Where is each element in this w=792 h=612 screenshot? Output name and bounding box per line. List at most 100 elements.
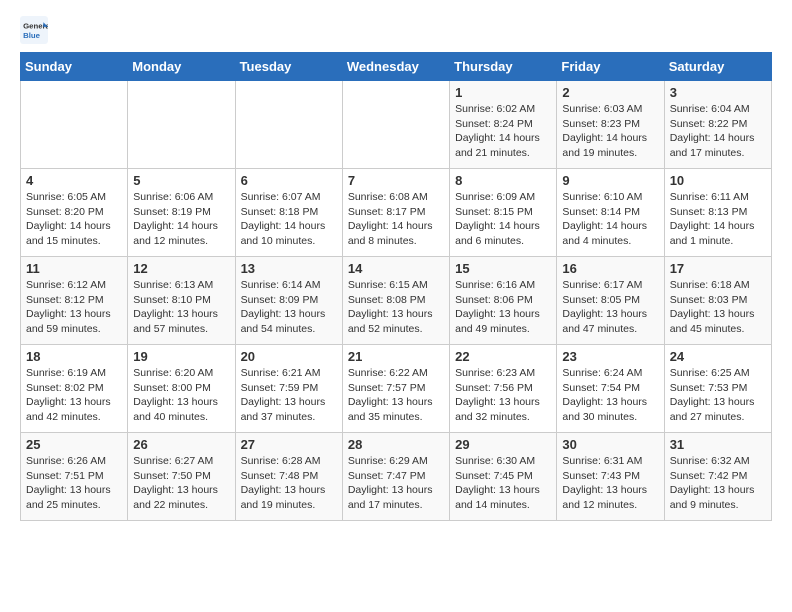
calendar-cell [128,81,235,169]
cell-info: Sunrise: 6:19 AM Sunset: 8:02 PM Dayligh… [26,366,122,425]
calendar-cell: 6 Sunrise: 6:07 AM Sunset: 8:18 PM Daylig… [235,169,342,257]
cell-info: Sunrise: 6:07 AM Sunset: 8:18 PM Dayligh… [241,190,337,249]
weekday-header-tuesday: Tuesday [235,53,342,81]
calendar-cell: 22 Sunrise: 6:23 AM Sunset: 7:56 PM Dayli… [450,345,557,433]
calendar-cell: 15Sunrise: 6:16 AM Sunset: 8:06 PM Dayli… [450,257,557,345]
cell-info: Sunrise: 6:04 AM Sunset: 8:22 PM Dayligh… [670,102,766,161]
cell-info: Sunrise: 6:30 AM Sunset: 7:45 PM Dayligh… [455,454,551,513]
calendar-cell: 27 Sunrise: 6:28 AM Sunset: 7:48 PM Dayli… [235,433,342,521]
cell-info: Sunrise: 6:27 AM Sunset: 7:50 PM Dayligh… [133,454,229,513]
cell-info: Sunrise: 6:13 AM Sunset: 8:10 PM Dayligh… [133,278,229,337]
calendar-cell: 21Sunrise: 6:22 AM Sunset: 7:57 PM Dayli… [342,345,449,433]
calendar-cell: 4 Sunrise: 6:05 AM Sunset: 8:20 PM Daylig… [21,169,128,257]
cell-info: Sunrise: 6:25 AM Sunset: 7:53 PM Dayligh… [670,366,766,425]
day-number: 18 [26,349,122,364]
calendar-cell: 28 Sunrise: 6:29 AM Sunset: 7:47 PM Dayli… [342,433,449,521]
day-number: 30 [562,437,658,452]
day-number: 17 [670,261,766,276]
day-number: 14 [348,261,444,276]
svg-text:Blue: Blue [23,31,41,40]
calendar-cell: 26 Sunrise: 6:27 AM Sunset: 7:50 PM Dayli… [128,433,235,521]
calendar-week-row: 1Sunrise: 6:02 AM Sunset: 8:24 PM Daylig… [21,81,772,169]
weekday-header-friday: Friday [557,53,664,81]
day-number: 27 [241,437,337,452]
calendar-week-row: 18 Sunrise: 6:19 AM Sunset: 8:02 PM Dayli… [21,345,772,433]
calendar-cell: 16Sunrise: 6:17 AM Sunset: 8:05 PM Dayli… [557,257,664,345]
calendar-cell: 17 Sunrise: 6:18 AM Sunset: 8:03 PM Dayli… [664,257,771,345]
day-number: 21 [348,349,444,364]
calendar-table: SundayMondayTuesdayWednesdayThursdayFrid… [20,52,772,521]
day-number: 26 [133,437,229,452]
cell-info: Sunrise: 6:12 AM Sunset: 8:12 PM Dayligh… [26,278,122,337]
cell-info: Sunrise: 6:08 AM Sunset: 8:17 PM Dayligh… [348,190,444,249]
cell-info: Sunrise: 6:23 AM Sunset: 7:56 PM Dayligh… [455,366,551,425]
day-number: 31 [670,437,766,452]
cell-info: Sunrise: 6:28 AM Sunset: 7:48 PM Dayligh… [241,454,337,513]
cell-info: Sunrise: 6:21 AM Sunset: 7:59 PM Dayligh… [241,366,337,425]
cell-info: Sunrise: 6:14 AM Sunset: 8:09 PM Dayligh… [241,278,337,337]
cell-info: Sunrise: 6:31 AM Sunset: 7:43 PM Dayligh… [562,454,658,513]
day-number: 7 [348,173,444,188]
calendar-cell: 19 Sunrise: 6:20 AM Sunset: 8:00 PM Dayli… [128,345,235,433]
day-number: 12 [133,261,229,276]
cell-info: Sunrise: 6:11 AM Sunset: 8:13 PM Dayligh… [670,190,766,249]
cell-info: Sunrise: 6:15 AM Sunset: 8:08 PM Dayligh… [348,278,444,337]
calendar-cell: 11 Sunrise: 6:12 AM Sunset: 8:12 PM Dayli… [21,257,128,345]
weekday-header-wednesday: Wednesday [342,53,449,81]
day-number: 22 [455,349,551,364]
calendar-cell: 1Sunrise: 6:02 AM Sunset: 8:24 PM Daylig… [450,81,557,169]
day-number: 25 [26,437,122,452]
calendar-week-row: 4 Sunrise: 6:05 AM Sunset: 8:20 PM Daylig… [21,169,772,257]
calendar-week-row: 11 Sunrise: 6:12 AM Sunset: 8:12 PM Dayli… [21,257,772,345]
cell-info: Sunrise: 6:29 AM Sunset: 7:47 PM Dayligh… [348,454,444,513]
calendar-cell: 8Sunrise: 6:09 AM Sunset: 8:15 PM Daylig… [450,169,557,257]
cell-info: Sunrise: 6:03 AM Sunset: 8:23 PM Dayligh… [562,102,658,161]
cell-info: Sunrise: 6:18 AM Sunset: 8:03 PM Dayligh… [670,278,766,337]
weekday-header-thursday: Thursday [450,53,557,81]
calendar-cell: 5 Sunrise: 6:06 AM Sunset: 8:19 PM Daylig… [128,169,235,257]
day-number: 20 [241,349,337,364]
calendar-cell: 3Sunrise: 6:04 AM Sunset: 8:22 PM Daylig… [664,81,771,169]
calendar-cell: 2 Sunrise: 6:03 AM Sunset: 8:23 PM Daylig… [557,81,664,169]
calendar-cell: 23Sunrise: 6:24 AM Sunset: 7:54 PM Dayli… [557,345,664,433]
day-number: 5 [133,173,229,188]
day-number: 4 [26,173,122,188]
cell-info: Sunrise: 6:10 AM Sunset: 8:14 PM Dayligh… [562,190,658,249]
day-number: 13 [241,261,337,276]
logo-icon: General Blue [20,16,48,44]
day-number: 19 [133,349,229,364]
calendar-cell: 9 Sunrise: 6:10 AM Sunset: 8:14 PM Daylig… [557,169,664,257]
calendar-cell [235,81,342,169]
cell-info: Sunrise: 6:06 AM Sunset: 8:19 PM Dayligh… [133,190,229,249]
calendar-cell: 20 Sunrise: 6:21 AM Sunset: 7:59 PM Dayli… [235,345,342,433]
cell-info: Sunrise: 6:32 AM Sunset: 7:42 PM Dayligh… [670,454,766,513]
logo: General Blue [20,16,52,44]
calendar-cell: 10Sunrise: 6:11 AM Sunset: 8:13 PM Dayli… [664,169,771,257]
weekday-header-saturday: Saturday [664,53,771,81]
cell-info: Sunrise: 6:09 AM Sunset: 8:15 PM Dayligh… [455,190,551,249]
cell-info: Sunrise: 6:05 AM Sunset: 8:20 PM Dayligh… [26,190,122,249]
calendar-cell: 31 Sunrise: 6:32 AM Sunset: 7:42 PM Dayli… [664,433,771,521]
calendar-cell [342,81,449,169]
day-number: 23 [562,349,658,364]
calendar-cell [21,81,128,169]
day-number: 29 [455,437,551,452]
day-number: 2 [562,85,658,100]
calendar-cell: 13 Sunrise: 6:14 AM Sunset: 8:09 PM Dayli… [235,257,342,345]
day-number: 15 [455,261,551,276]
day-number: 11 [26,261,122,276]
cell-info: Sunrise: 6:26 AM Sunset: 7:51 PM Dayligh… [26,454,122,513]
day-number: 9 [562,173,658,188]
cell-info: Sunrise: 6:20 AM Sunset: 8:00 PM Dayligh… [133,366,229,425]
header: General Blue [20,16,772,44]
calendar-cell: 25 Sunrise: 6:26 AM Sunset: 7:51 PM Dayli… [21,433,128,521]
calendar-cell: 7 Sunrise: 6:08 AM Sunset: 8:17 PM Daylig… [342,169,449,257]
weekday-header-sunday: Sunday [21,53,128,81]
cell-info: Sunrise: 6:17 AM Sunset: 8:05 PM Dayligh… [562,278,658,337]
weekday-header-row: SundayMondayTuesdayWednesdayThursdayFrid… [21,53,772,81]
day-number: 6 [241,173,337,188]
calendar-cell: 29 Sunrise: 6:30 AM Sunset: 7:45 PM Dayli… [450,433,557,521]
day-number: 28 [348,437,444,452]
calendar-cell: 30 Sunrise: 6:31 AM Sunset: 7:43 PM Dayli… [557,433,664,521]
calendar-cell: 24Sunrise: 6:25 AM Sunset: 7:53 PM Dayli… [664,345,771,433]
